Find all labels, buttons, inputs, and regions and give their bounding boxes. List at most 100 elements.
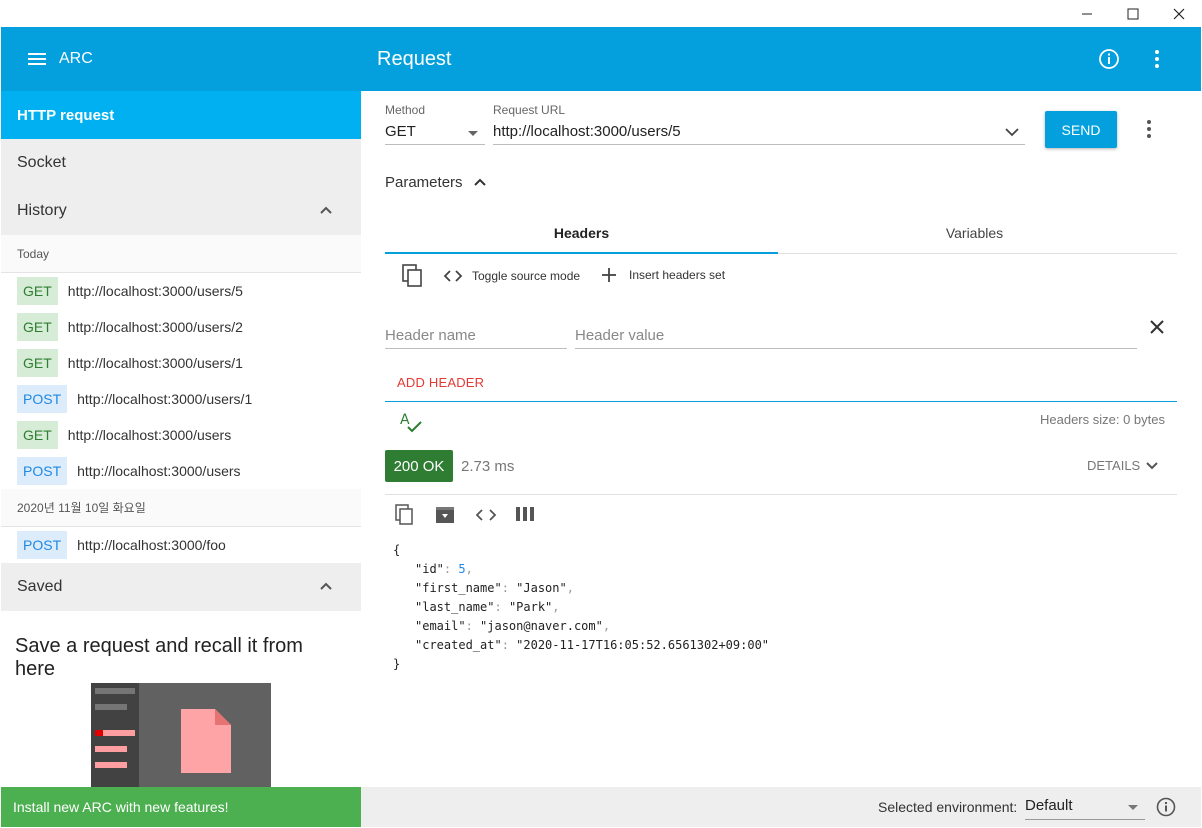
headers-size-text: Headers size: 0 bytes xyxy=(1039,412,1165,427)
history-url: http://localhost:3000/users/5 xyxy=(67,283,243,299)
saved-illustration xyxy=(91,683,271,787)
header-name-input[interactable]: Header name xyxy=(385,327,476,344)
parameters-label: Parameters xyxy=(385,173,463,191)
history-item[interactable]: POST http://localhost:3000/users/1 xyxy=(1,381,361,417)
method-badge: POST xyxy=(17,457,68,485)
close-icon[interactable] xyxy=(1149,319,1165,335)
url-label: Request URL xyxy=(493,103,566,117)
nav-item-history-label: History xyxy=(17,202,67,219)
spellcheck-icon[interactable]: A xyxy=(399,411,423,433)
json-key: "first_name" xyxy=(415,581,502,595)
response-body: { "id": 5, "first_name": "Jason", "last_nam… xyxy=(393,541,769,674)
minimize-button[interactable] xyxy=(1064,0,1110,27)
nav-item-history[interactable]: History xyxy=(1,187,361,235)
details-button[interactable]: DETAILS xyxy=(1087,458,1158,473)
copy-icon[interactable] xyxy=(395,504,415,526)
maximize-icon xyxy=(1127,8,1139,19)
nav-item-http-request[interactable]: HTTP request xyxy=(1,91,361,139)
url-input[interactable]: http://localhost:3000/users/5 xyxy=(493,121,1025,145)
nav-item-saved[interactable]: Saved xyxy=(1,563,361,611)
tab-variables[interactable]: Variables xyxy=(778,211,1171,255)
sidebar: ARC HTTP request Socket History Today GE… xyxy=(1,27,361,827)
columns-icon[interactable] xyxy=(516,507,534,521)
tab-headers[interactable]: Headers xyxy=(385,211,778,255)
copy-icon[interactable] xyxy=(402,264,424,288)
add-header-button[interactable]: ADD HEADER xyxy=(397,375,484,390)
send-button[interactable]: SEND xyxy=(1045,111,1117,148)
environment-footer: Selected environment: Default xyxy=(361,787,1201,827)
json-key: "last_name" xyxy=(415,600,495,614)
json-key: "email" xyxy=(415,619,466,633)
info-icon[interactable] xyxy=(1098,48,1120,70)
history-item[interactable]: POST http://localhost:3000/foo xyxy=(1,527,361,563)
json-key: "created_at" xyxy=(415,638,502,652)
response-divider xyxy=(385,494,1177,495)
history-item[interactable]: GET http://localhost:3000/users/1 xyxy=(1,345,361,381)
url-value: http://localhost:3000/users/5 xyxy=(493,123,681,140)
chevron-up-icon xyxy=(473,178,486,186)
empty-state-illustration-icon xyxy=(91,683,231,787)
json-line: "created_at": "2020-11-17T16:05:52.65613… xyxy=(415,638,770,652)
install-banner[interactable]: Install new ARC with new features! xyxy=(1,787,361,827)
header-value-input[interactable]: Header value xyxy=(575,327,664,344)
json-line: "id": 5, xyxy=(415,562,473,576)
header-name-underline xyxy=(385,348,567,349)
method-badge: GET xyxy=(17,277,58,305)
json-value: "2020-11-17T16:05:52.6561302+09:00" xyxy=(516,638,770,652)
method-badge: GET xyxy=(17,349,58,377)
parameters-toggle[interactable]: Parameters xyxy=(385,171,487,193)
history-item[interactable]: GET http://localhost:3000/users/5 xyxy=(1,273,361,309)
app-window: ARC HTTP request Socket History Today GE… xyxy=(0,0,1202,828)
maximize-button[interactable] xyxy=(1110,0,1156,27)
chevron-down-icon xyxy=(1146,461,1158,469)
history-item[interactable]: GET http://localhost:3000/users/2 xyxy=(1,309,361,345)
details-label: DETAILS xyxy=(1087,458,1141,473)
method-badge: POST xyxy=(17,385,68,413)
method-badge: GET xyxy=(17,313,58,341)
history-url: http://localhost:3000/users/1 xyxy=(67,355,243,371)
method-badge: GET xyxy=(17,421,58,449)
method-underline xyxy=(385,144,485,145)
history-item[interactable]: POST http://localhost:3000/users xyxy=(1,453,361,489)
insert-headers-set-button[interactable]: Insert headers set xyxy=(601,266,725,284)
close-icon xyxy=(1173,8,1185,19)
history-url: http://localhost:3000/foo xyxy=(77,537,226,553)
dropdown-arrow-icon xyxy=(1128,805,1138,810)
more-vert-icon[interactable] xyxy=(1153,49,1161,69)
environment-label: Selected environment: xyxy=(878,799,1018,815)
plus-icon xyxy=(602,268,616,282)
more-vert-icon[interactable] xyxy=(1145,119,1153,139)
status-badge: 200 OK xyxy=(385,450,453,482)
nav-item-socket[interactable]: Socket xyxy=(1,139,361,187)
code-icon[interactable] xyxy=(475,508,497,522)
method-badge: POST xyxy=(17,531,68,559)
json-value: "Jason" xyxy=(516,581,567,595)
url-underline xyxy=(493,144,1025,145)
chevron-down-icon[interactable] xyxy=(1005,127,1019,137)
save-icon[interactable] xyxy=(435,505,455,525)
environment-select[interactable]: Default xyxy=(1025,795,1145,821)
svg-text:A: A xyxy=(400,412,410,428)
page-title: Request xyxy=(377,48,452,70)
method-select[interactable]: GET xyxy=(385,121,485,145)
app-title: ARC xyxy=(59,50,93,67)
main-header: Request xyxy=(361,27,1201,91)
title-bar xyxy=(0,0,1202,27)
chevron-up-icon[interactable] xyxy=(319,203,333,217)
json-open-brace: { xyxy=(393,543,401,557)
json-line: "first_name": "Jason", xyxy=(415,581,574,595)
response-time: 2.73 ms xyxy=(461,458,515,475)
nav-item-saved-label: Saved xyxy=(17,578,63,595)
history-item[interactable]: GET http://localhost:3000/users xyxy=(1,417,361,453)
method-value: GET xyxy=(385,123,416,140)
toggle-source-label: Toggle source mode xyxy=(472,269,581,283)
toggle-source-button[interactable]: Toggle source mode xyxy=(443,267,580,285)
method-label: Method xyxy=(385,103,426,117)
insert-headers-set-label: Insert headers set xyxy=(629,268,726,282)
menu-icon[interactable] xyxy=(27,51,47,67)
info-icon[interactable] xyxy=(1156,797,1176,817)
minimize-icon xyxy=(1082,13,1092,14)
close-window-button[interactable] xyxy=(1156,0,1202,27)
chevron-up-icon[interactable] xyxy=(319,579,333,593)
editor-bottom-border xyxy=(385,401,1177,402)
